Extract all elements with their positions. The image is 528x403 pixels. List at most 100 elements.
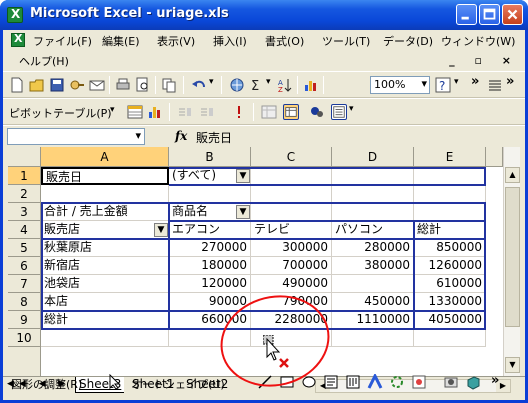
menu-format[interactable]: 書式(O) bbox=[265, 33, 304, 49]
cell-e10[interactable] bbox=[414, 329, 486, 347]
cell-a1[interactable]: 販売日 bbox=[41, 167, 169, 185]
toolbar-options-chevron-icon[interactable]: » bbox=[506, 74, 514, 89]
row-header[interactable]: 10 bbox=[8, 329, 41, 347]
cell-d7[interactable] bbox=[332, 275, 414, 293]
permission-icon[interactable] bbox=[69, 77, 85, 93]
menu-help[interactable]: ヘルプ(H) bbox=[19, 53, 69, 69]
minimize-button[interactable] bbox=[456, 4, 477, 25]
diagram-icon[interactable] bbox=[389, 374, 405, 390]
cell-c1[interactable] bbox=[251, 167, 332, 185]
cell-e9[interactable]: 4050000 bbox=[414, 311, 486, 329]
print-icon[interactable] bbox=[115, 77, 131, 93]
undo-icon[interactable] bbox=[191, 77, 207, 93]
toolbar-options-dropdown-icon[interactable]: ▾ bbox=[349, 104, 354, 114]
cell-d9[interactable]: 1110000 bbox=[332, 311, 414, 329]
cell-d3[interactable] bbox=[332, 203, 414, 221]
column-header-b[interactable]: B bbox=[169, 147, 251, 167]
scroll-thumb[interactable] bbox=[505, 187, 520, 327]
cell-c3[interactable] bbox=[251, 203, 332, 221]
cell-d6[interactable]: 380000 bbox=[332, 257, 414, 275]
menu-view[interactable]: 表示(V) bbox=[157, 33, 195, 49]
workbook-icon[interactable] bbox=[11, 32, 25, 47]
3d-icon[interactable] bbox=[465, 374, 481, 390]
cell-b9[interactable]: 660000 bbox=[169, 311, 251, 329]
help-icon[interactable]: ? bbox=[435, 77, 451, 93]
cell-e4[interactable]: 総計 bbox=[414, 221, 486, 239]
cell-c2[interactable] bbox=[251, 185, 332, 203]
cell-c8[interactable]: 790000 bbox=[251, 293, 332, 311]
row-header[interactable]: 2 bbox=[8, 185, 41, 203]
row-header[interactable]: 1 bbox=[8, 167, 41, 185]
line-icon[interactable] bbox=[257, 374, 273, 390]
row-header[interactable]: 5 bbox=[8, 239, 41, 257]
column-header-a[interactable]: A bbox=[41, 147, 169, 167]
refresh-data-icon[interactable] bbox=[231, 104, 247, 120]
column-header-next[interactable] bbox=[486, 147, 503, 167]
menu-data[interactable]: データ(D) bbox=[383, 33, 433, 49]
include-hidden-items-icon[interactable] bbox=[261, 104, 277, 120]
cell-e1[interactable] bbox=[414, 167, 486, 185]
row-header[interactable]: 6 bbox=[8, 257, 41, 275]
hide-detail-icon[interactable] bbox=[177, 104, 193, 120]
menu-window[interactable]: ウィンドウ(W) bbox=[441, 33, 515, 49]
copy-icon[interactable] bbox=[161, 77, 177, 93]
cell-a10[interactable] bbox=[41, 329, 169, 347]
cell-d2[interactable] bbox=[332, 185, 414, 203]
rectangle-icon[interactable] bbox=[279, 374, 295, 390]
cell-c4[interactable]: テレビ bbox=[251, 221, 332, 239]
cell-d8[interactable]: 450000 bbox=[332, 293, 414, 311]
cell-a7[interactable]: 池袋店 bbox=[41, 275, 169, 293]
cell-a5[interactable]: 秋葉原店 bbox=[41, 239, 169, 257]
sort-ascending-icon[interactable]: AZ bbox=[277, 77, 293, 93]
field-list-icon[interactable] bbox=[331, 104, 347, 120]
menu-file[interactable]: ファイル(F) bbox=[33, 33, 92, 49]
picture-icon[interactable] bbox=[443, 374, 459, 390]
text-box-icon[interactable] bbox=[323, 374, 339, 390]
align-icon[interactable] bbox=[487, 77, 503, 93]
cell-b5[interactable]: 270000 bbox=[169, 239, 251, 257]
menu-tools[interactable]: ツール(T) bbox=[322, 33, 370, 49]
field-settings-icon[interactable] bbox=[309, 104, 325, 120]
adjust-shapes-menu[interactable]: 図形の調整(R) bbox=[11, 376, 82, 392]
column-header-e[interactable]: E bbox=[414, 147, 486, 167]
row-field-dropdown-icon[interactable]: ▼ bbox=[154, 223, 168, 237]
help-dropdown-icon[interactable]: ▾ bbox=[454, 77, 459, 87]
wordart-icon[interactable] bbox=[367, 374, 383, 390]
cell-e5[interactable]: 850000 bbox=[414, 239, 486, 257]
autoshape-menu[interactable]: オートシェイプ(U) bbox=[131, 376, 225, 392]
cell-d4[interactable]: パソコン bbox=[332, 221, 414, 239]
cell-b4[interactable]: エアコン bbox=[169, 221, 251, 239]
cell-a3[interactable]: 合計 / 売上金額 bbox=[41, 203, 169, 221]
clip-art-icon[interactable] bbox=[411, 374, 427, 390]
cell-a9[interactable]: 総計 bbox=[41, 311, 169, 329]
cell-a6[interactable]: 新宿店 bbox=[41, 257, 169, 275]
row-header[interactable]: 9 bbox=[8, 311, 41, 329]
excel-app-icon[interactable] bbox=[7, 7, 23, 23]
select-objects-icon[interactable] bbox=[107, 374, 123, 390]
show-detail-icon[interactable] bbox=[199, 104, 215, 120]
pivot-chart-icon[interactable] bbox=[147, 104, 163, 120]
cell-d5[interactable]: 280000 bbox=[332, 239, 414, 257]
cell-e2[interactable] bbox=[414, 185, 486, 203]
cell-a2[interactable] bbox=[41, 185, 169, 203]
row-header[interactable]: 3 bbox=[8, 203, 41, 221]
scroll-up-icon[interactable]: ▲ bbox=[505, 167, 520, 183]
cell-a4[interactable]: 販売店 bbox=[41, 221, 169, 239]
cell-c5[interactable]: 300000 bbox=[251, 239, 332, 257]
cell-b10[interactable] bbox=[169, 329, 251, 347]
autosum-dropdown-icon[interactable]: ▾ bbox=[266, 77, 271, 87]
cell-e3[interactable] bbox=[414, 203, 486, 221]
pivot-table-menu[interactable]: ピボットテーブル(P) bbox=[9, 105, 112, 121]
toolbar-options-chevron-icon[interactable]: » bbox=[471, 74, 479, 89]
column-header-c[interactable]: C bbox=[251, 147, 332, 167]
chart-wizard-icon[interactable] bbox=[303, 77, 319, 93]
save-icon[interactable] bbox=[49, 77, 65, 93]
mail-icon[interactable] bbox=[89, 77, 105, 93]
cell-b8[interactable]: 90000 bbox=[169, 293, 251, 311]
menu-insert[interactable]: 挿入(I) bbox=[213, 33, 247, 49]
menu-edit[interactable]: 編集(E) bbox=[102, 33, 140, 49]
column-header-d[interactable]: D bbox=[332, 147, 414, 167]
cell-e7[interactable]: 610000 bbox=[414, 275, 486, 293]
cell-c10[interactable] bbox=[251, 329, 332, 347]
cell-b2[interactable] bbox=[169, 185, 251, 203]
